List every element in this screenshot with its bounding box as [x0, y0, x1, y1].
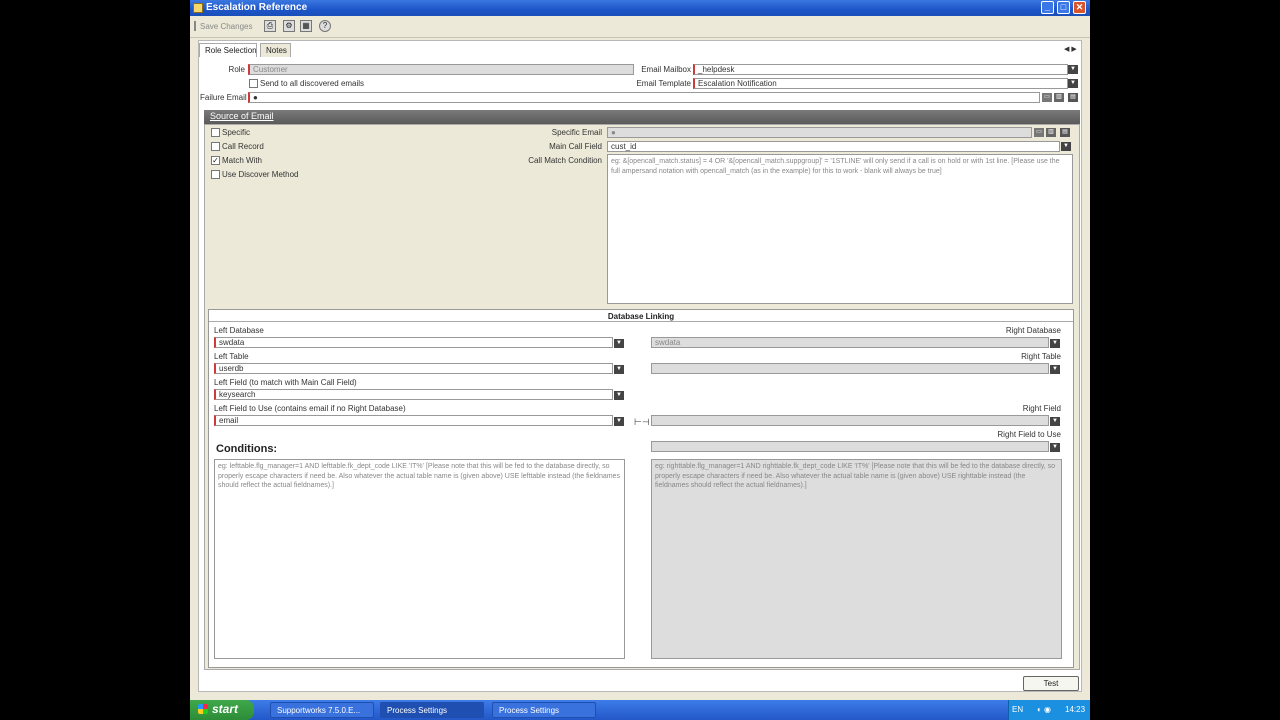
language-indicator[interactable]: EN	[1012, 705, 1023, 714]
window-title: Escalation Reference	[206, 2, 308, 13]
right-conditions-textarea[interactable]: eg: righttable.flg_manager=1 AND rightta…	[651, 459, 1062, 659]
email-mailbox-label: Email Mailbox	[641, 65, 691, 74]
right-use-field[interactable]	[651, 441, 1049, 452]
right-table-field[interactable]	[651, 363, 1049, 374]
main-call-field[interactable]: cust_id	[607, 141, 1060, 152]
failure-email-addressbook-icon[interactable]: ▥	[1054, 93, 1064, 102]
test-button[interactable]: Test	[1023, 676, 1079, 691]
left-table-field[interactable]: userdb	[214, 363, 613, 374]
left-database-label: Left Database	[214, 326, 264, 335]
help-icon[interactable]: ?	[319, 20, 331, 32]
right-field-dropdown-icon[interactable]: ▼	[1050, 417, 1060, 426]
left-conditions-textarea[interactable]: eg: lefttable.flg_manager=1 AND lefttabl…	[214, 459, 625, 659]
left-table-label: Left Table	[214, 352, 249, 361]
left-use-label: Left Field to Use (contains email if no …	[214, 404, 406, 413]
minimize-button[interactable]: _	[1041, 1, 1054, 14]
tray-icons[interactable]: ◐ ◉	[1037, 705, 1051, 714]
call-record-checkbox[interactable]	[211, 142, 220, 151]
toolbar: Save Changes ⎙ ⚙ ▦ ?	[190, 16, 1090, 38]
specific-email-lookup-icon[interactable]: ▤	[1060, 128, 1070, 137]
match-with-checkbox[interactable]: ✓	[211, 156, 220, 165]
source-section-title: Source of Email	[210, 111, 274, 121]
left-use-dropdown-icon[interactable]: ▼	[614, 417, 624, 426]
use-discover-checkbox[interactable]	[211, 170, 220, 179]
tab-notes[interactable]: Notes	[260, 43, 291, 57]
left-database-field[interactable]: swdata	[214, 337, 613, 348]
specific-email-field[interactable]: ●	[607, 127, 1032, 138]
right-field-label: Right Field	[1022, 404, 1061, 413]
windows-flag-icon	[198, 704, 208, 714]
send-all-checkbox[interactable]	[249, 79, 258, 88]
tab-scroll-arrows[interactable]: ◀ ▶	[1064, 45, 1077, 53]
taskbar-item-supportworks[interactable]: Supportworks 7.5.0.E...	[270, 702, 374, 718]
call-record-label: Call Record	[222, 142, 264, 151]
left-use-field[interactable]: email	[214, 415, 613, 426]
call-match-label: Call Match Condition	[528, 156, 602, 165]
left-field-field[interactable]: keysearch	[214, 389, 613, 400]
use-discover-label: Use Discover Method	[222, 170, 299, 179]
right-database-dropdown-icon[interactable]: ▼	[1050, 339, 1060, 348]
failure-email-lookup-icon[interactable]: ▤	[1068, 93, 1078, 102]
clock: 14:23	[1065, 705, 1086, 714]
right-database-field[interactable]: swdata	[651, 337, 1049, 348]
conditions-heading: Conditions:	[216, 443, 278, 455]
email-address-icon: ●	[611, 128, 616, 137]
call-match-textarea[interactable]: eg: &[opencall_match.status] = 4 OR '&[o…	[607, 154, 1073, 304]
taskbar-item-process-settings-1[interactable]: Process Settings	[380, 702, 484, 718]
tab-role-selection[interactable]: Role Selection	[199, 43, 257, 57]
left-table-dropdown-icon[interactable]: ▼	[614, 365, 624, 374]
right-table-dropdown-icon[interactable]: ▼	[1050, 365, 1060, 374]
start-label: start	[212, 702, 239, 716]
failure-email-field[interactable]: ●	[248, 92, 1040, 103]
maximize-button[interactable]: □	[1057, 1, 1070, 14]
specific-email-label: Specific Email	[551, 128, 602, 137]
specific-email-clear-icon[interactable]: ▭	[1034, 128, 1044, 137]
main-call-field-dropdown-icon[interactable]: ▼	[1061, 142, 1071, 151]
failure-email-clear-icon[interactable]: ▭	[1042, 93, 1052, 102]
right-table-label: Right Table	[1021, 352, 1061, 361]
match-with-label: Match With	[222, 156, 263, 165]
right-use-dropdown-icon[interactable]: ▼	[1050, 443, 1060, 452]
tools-icon[interactable]: ⚙	[283, 20, 295, 32]
save-changes-button[interactable]: Save Changes	[200, 22, 252, 31]
source-section-header: Source of Email	[204, 110, 1080, 124]
email-template-dropdown-icon[interactable]: ▼	[1068, 79, 1078, 88]
role-label: Role	[228, 65, 245, 74]
left-field-label: Left Field (to match with Main Call Fiel…	[214, 378, 357, 387]
title-bar: Escalation Reference _ □ ✕	[190, 0, 1090, 16]
role-field[interactable]: Customer	[248, 64, 634, 75]
send-all-label: Send to all discovered emails	[260, 79, 365, 88]
email-mailbox-dropdown-icon[interactable]: ▼	[1068, 65, 1078, 74]
left-field-dropdown-icon[interactable]: ▼	[614, 391, 624, 400]
taskbar: start Supportworks 7.5.0.E... Process Se…	[190, 700, 1090, 720]
export-icon[interactable]: ▦	[300, 20, 312, 32]
start-button[interactable]: start	[190, 700, 254, 720]
taskbar-item-process-settings-2[interactable]: Process Settings	[492, 702, 596, 718]
right-field-field[interactable]	[651, 415, 1049, 426]
right-database-label: Right Database	[1005, 326, 1061, 335]
left-database-dropdown-icon[interactable]: ▼	[614, 339, 624, 348]
specific-checkbox[interactable]	[211, 128, 220, 137]
specific-label: Specific	[222, 128, 251, 137]
print-icon[interactable]: ⎙	[264, 20, 276, 32]
email-template-label: Email Template	[636, 79, 691, 88]
main-call-field-label: Main Call Field	[549, 142, 602, 151]
specific-email-addressbook-icon[interactable]: ▥	[1046, 128, 1056, 137]
database-linking-title: Database Linking	[209, 310, 1073, 322]
failure-email-label: Failure Email	[200, 93, 247, 102]
email-address-icon: ●	[253, 93, 258, 102]
close-button[interactable]: ✕	[1073, 1, 1086, 14]
email-mailbox-field[interactable]: _helpdesk	[693, 64, 1068, 75]
email-template-field[interactable]: Escalation Notification	[693, 78, 1068, 89]
app-icon	[193, 3, 203, 13]
link-icon: ⊢⊣	[634, 417, 650, 427]
right-use-label: Right Field to Use	[997, 430, 1061, 439]
